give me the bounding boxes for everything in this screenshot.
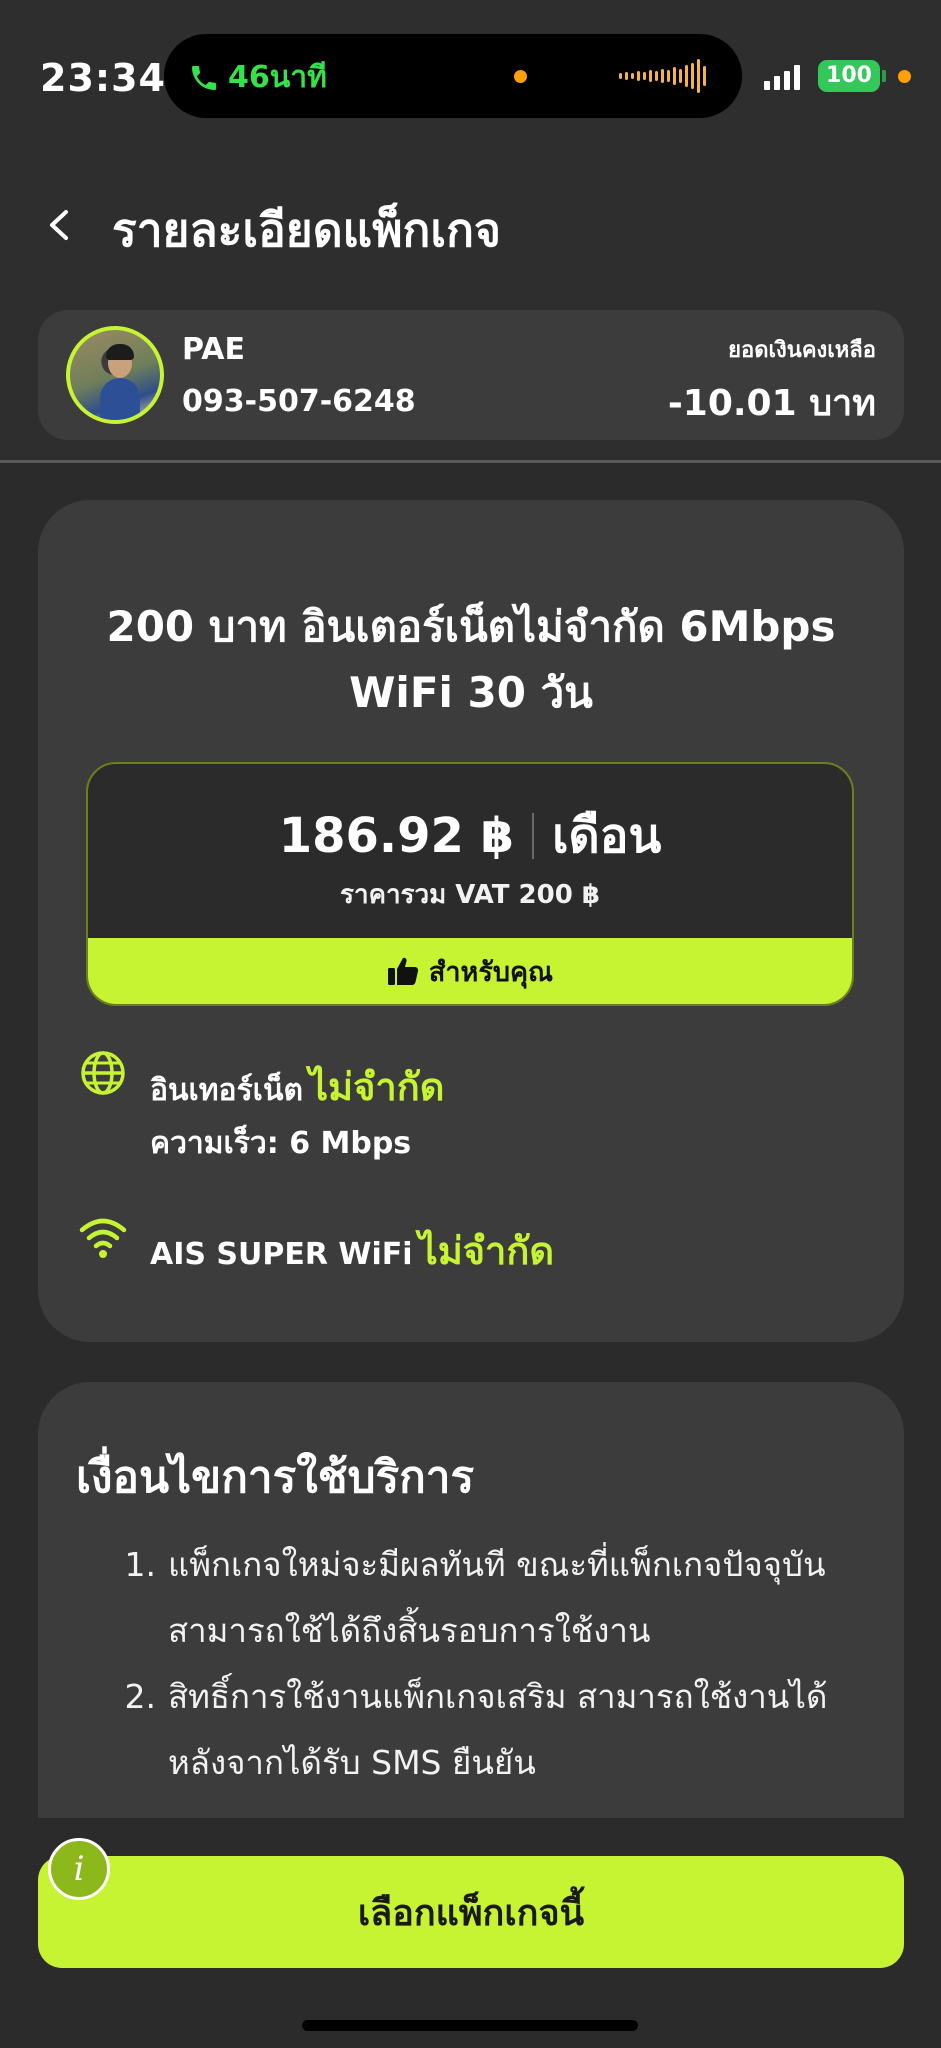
- account-card: PAE 093-507-6248 ยอดเงินคงเหลือ -10.01 บ…: [38, 310, 904, 440]
- price-incl-vat: ราคารวม VAT 200 ฿: [340, 880, 600, 910]
- package-card: 200 บาท อินเตอร์เน็ตไม่จำกัด 6Mbps WiFi …: [38, 500, 904, 1342]
- thumbs-up-icon: [387, 957, 418, 985]
- package-title: 200 บาท อินเตอร์เน็ตไม่จำกัด 6Mbps WiFi …: [78, 594, 864, 726]
- recommended-banner: สำหรับคุณ: [88, 938, 852, 1004]
- package-title-line-2: WiFi 30 วัน: [349, 668, 593, 717]
- info-icon[interactable]: i: [48, 1838, 110, 1900]
- price-box: 186.92 ฿ เดือน ราคารวม VAT 200 ฿ สำหรับค…: [86, 762, 854, 1006]
- package-period: เดือน: [552, 808, 662, 864]
- header-divider: [0, 460, 941, 463]
- battery-tip: [882, 70, 886, 82]
- select-package-button[interactable]: เลือกแพ็กเกจนี้: [38, 1856, 904, 1968]
- account-phone: 093-507-6248: [182, 384, 416, 419]
- terms-item-line: สามารถใช้ได้ถึงสิ้นรอบการใช้งาน: [168, 1611, 651, 1650]
- feature-internet-highlight: ไม่จำกัด: [308, 1065, 445, 1109]
- bottom-action-bar: เลือกแพ็กเกจนี้ i: [0, 1818, 941, 2048]
- status-bar: 23:34 46นาที 100: [0, 30, 941, 120]
- cellular-signal-icon: [764, 64, 800, 90]
- package-price: 186.92 ฿: [278, 808, 515, 864]
- avatar: [66, 326, 164, 424]
- terms-item-line: หลังจากได้รับ SMS ยืนยัน: [168, 1743, 536, 1782]
- terms-item-line: แพ็กเกจใหม่จะมีผลทันที ขณะที่แพ็กเกจปัจจ…: [168, 1545, 826, 1584]
- package-title-line-1: 200 บาท อินเตอร์เน็ตไม่จำกัด 6Mbps: [106, 602, 836, 651]
- account-name: PAE: [182, 332, 245, 367]
- page-title: รายละเอียดแพ็กเกจ: [112, 203, 501, 257]
- dynamic-island[interactable]: 46นาที: [164, 34, 742, 118]
- feature-internet: อินเทอร์เน็ต ไม่จำกัด: [150, 1056, 444, 1117]
- call-duration: 46นาที: [228, 60, 327, 95]
- phone-icon: [192, 65, 216, 90]
- feature-wifi-highlight: ไม่จำกัด: [418, 1229, 555, 1273]
- mic-indicator-dot: [898, 70, 911, 83]
- audio-wave-icon: [619, 56, 706, 96]
- battery-icon: 100: [818, 60, 880, 92]
- price-row: 186.92 ฿ เดือน: [88, 798, 852, 874]
- terms-title: เงื่อนไขการใช้บริการ: [76, 1452, 475, 1503]
- balance-value: -10.01 บาท: [667, 383, 876, 424]
- balance-label: ยอดเงินคงเหลือ: [728, 338, 876, 363]
- recommended-label: สำหรับคุณ: [428, 956, 554, 988]
- terms-item: 2. สิทธิ์การใช้งานแพ็กเกจเสริม สามารถใช้…: [86, 1664, 876, 1796]
- terms-item: 1. แพ็กเกจใหม่จะมีผลทันที ขณะที่แพ็กเกจป…: [86, 1532, 876, 1664]
- call-indicator: 46นาที: [188, 54, 327, 101]
- home-indicator[interactable]: [302, 2020, 638, 2031]
- globe-icon: [81, 1051, 125, 1095]
- price-separator: [532, 813, 535, 859]
- wifi-icon: [79, 1218, 127, 1258]
- privacy-dot: [514, 70, 527, 83]
- status-time: 23:34: [40, 56, 166, 100]
- feature-internet-speed: ความเร็ว: 6 Mbps: [150, 1126, 412, 1161]
- page-header: รายละเอียดแพ็กเกจ: [0, 180, 941, 270]
- back-chevron-icon[interactable]: [40, 200, 80, 250]
- terms-item-number: 1.: [124, 1545, 157, 1584]
- feature-wifi-label: AIS SUPER WiFi: [150, 1237, 413, 1272]
- feature-wifi: AIS SUPER WiFi ไม่จำกัด: [150, 1220, 554, 1281]
- terms-item-line: สิทธิ์การใช้งานแพ็กเกจเสริม สามารถใช้งาน…: [168, 1677, 828, 1716]
- terms-list: 1. แพ็กเกจใหม่จะมีผลทันที ขณะที่แพ็กเกจป…: [86, 1532, 876, 1796]
- feature-internet-label: อินเทอร์เน็ต: [150, 1073, 303, 1108]
- terms-item-number: 2.: [124, 1677, 157, 1716]
